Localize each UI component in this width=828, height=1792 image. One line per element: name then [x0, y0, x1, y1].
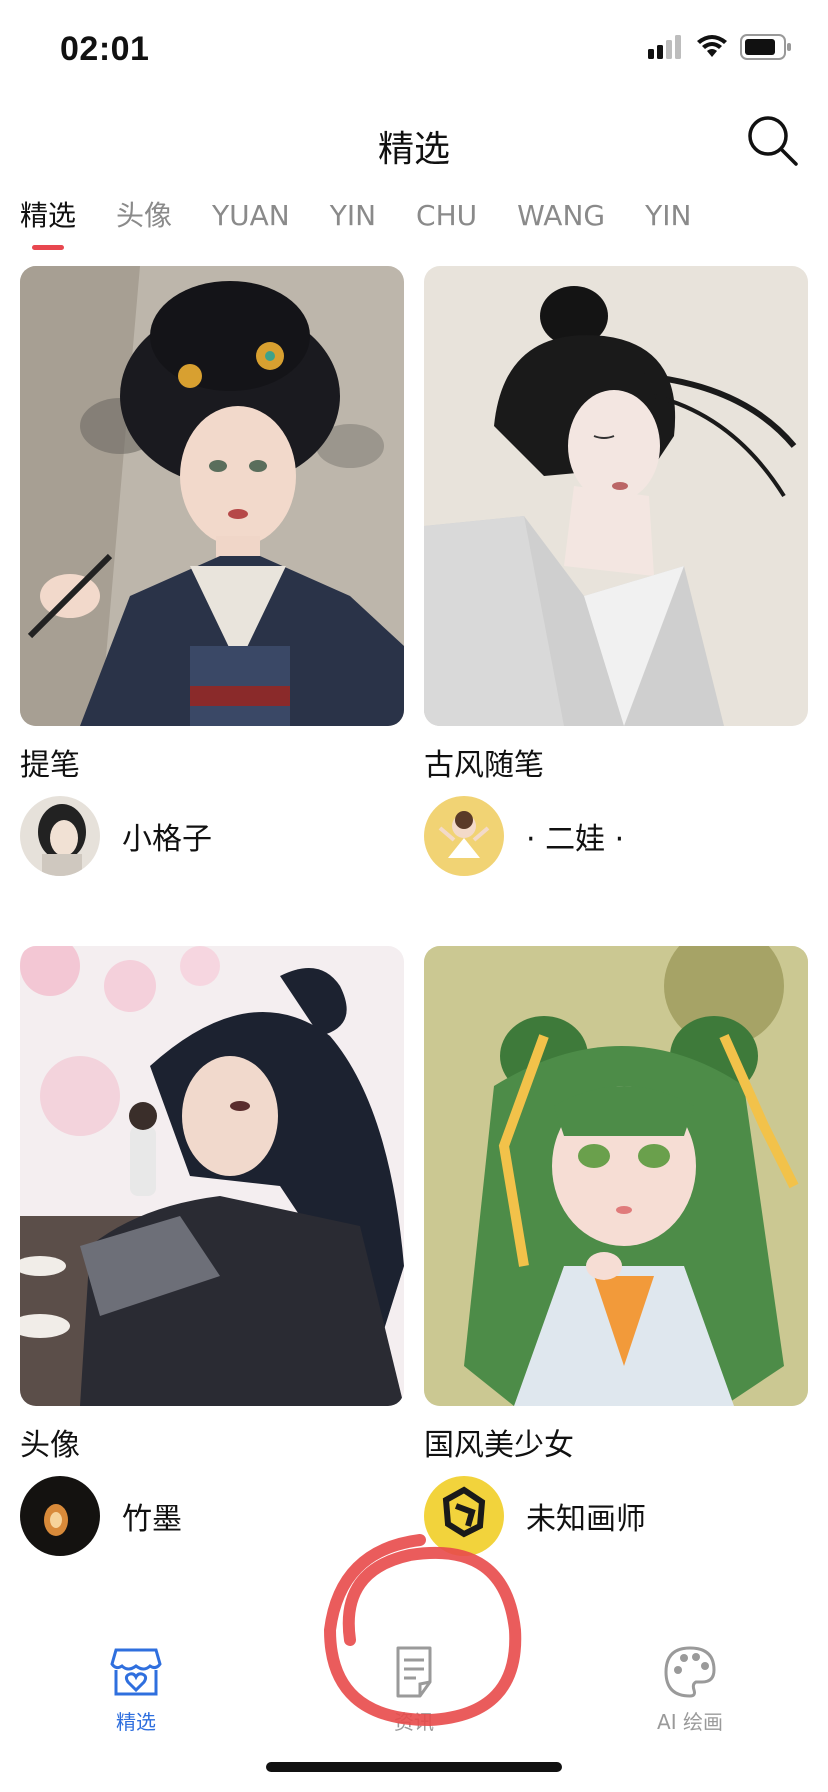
search-button[interactable]	[746, 114, 800, 168]
tab-yuan[interactable]: YUAN	[212, 196, 290, 236]
artwork-thumbnail[interactable]	[20, 946, 404, 1406]
battery-icon	[740, 34, 791, 60]
avatar[interactable]	[20, 1476, 100, 1556]
home-indicator	[266, 1762, 562, 1772]
artwork-thumbnail[interactable]	[20, 266, 404, 726]
wifi-icon	[697, 35, 727, 57]
avatar[interactable]	[424, 1476, 504, 1556]
tab-chu[interactable]: CHU	[416, 196, 477, 236]
tab-wang[interactable]: WANG	[517, 196, 605, 236]
nav-item-zixun[interactable]: 资讯	[334, 1642, 494, 1735]
artwork-card[interactable]: 古风随笔 · 二娃 ·	[424, 266, 808, 946]
author-row[interactable]: 未知画师	[424, 1476, 646, 1556]
avatar[interactable]	[20, 796, 100, 876]
document-icon	[384, 1642, 444, 1702]
author-name: 未知画师	[526, 1502, 646, 1537]
author-row[interactable]: 小格子	[20, 796, 212, 876]
artwork-title: 国风美少女	[424, 1428, 574, 1463]
artwork-grid: 提笔 小格子 古风随笔 · 二娃 · 头像 竹墨 国风美少女 未知画师	[20, 266, 808, 1626]
artwork-title: 提笔	[20, 748, 80, 783]
author-row[interactable]: 竹墨	[20, 1476, 182, 1556]
status-bar: 02:01	[0, 0, 828, 100]
tab-jingxuan[interactable]: 精选	[20, 196, 76, 250]
nav-label: 资讯	[394, 1710, 434, 1734]
status-time: 02:01	[60, 30, 150, 68]
nav-label: 精选	[116, 1710, 156, 1734]
author-name: 小格子	[122, 822, 212, 857]
nav-label: AI 绘画	[657, 1710, 723, 1734]
tab-yin[interactable]: YIN	[330, 196, 376, 236]
author-name: 竹墨	[122, 1502, 182, 1537]
tab-touxiang[interactable]: 头像	[116, 196, 172, 236]
tab-yin-2[interactable]: YIN	[645, 196, 691, 236]
author-row[interactable]: · 二娃 ·	[424, 796, 624, 876]
cellular-signal-icon	[648, 35, 681, 59]
author-name: · 二娃 ·	[526, 822, 625, 857]
page-title: 精选	[377, 129, 450, 170]
artwork-title: 古风随笔	[424, 748, 544, 783]
artwork-card[interactable]: 头像 竹墨	[20, 946, 404, 1626]
store-heart-icon	[106, 1642, 166, 1702]
artwork-thumbnail[interactable]	[424, 266, 808, 726]
nav-item-jingxuan[interactable]: 精选	[56, 1642, 216, 1735]
artwork-card[interactable]: 国风美少女 未知画师	[424, 946, 808, 1626]
nav-item-ai-painting[interactable]: AI 绘画	[610, 1642, 770, 1735]
avatar[interactable]	[424, 796, 504, 876]
palette-icon	[660, 1642, 720, 1702]
category-tabs: 精选 头像 YUAN YIN CHU WANG YIN	[20, 196, 731, 250]
artwork-thumbnail[interactable]	[424, 946, 808, 1406]
artwork-card[interactable]: 提笔 小格子	[20, 266, 404, 946]
artwork-title: 头像	[20, 1428, 80, 1463]
search-icon	[748, 116, 798, 166]
status-icons	[648, 34, 792, 60]
